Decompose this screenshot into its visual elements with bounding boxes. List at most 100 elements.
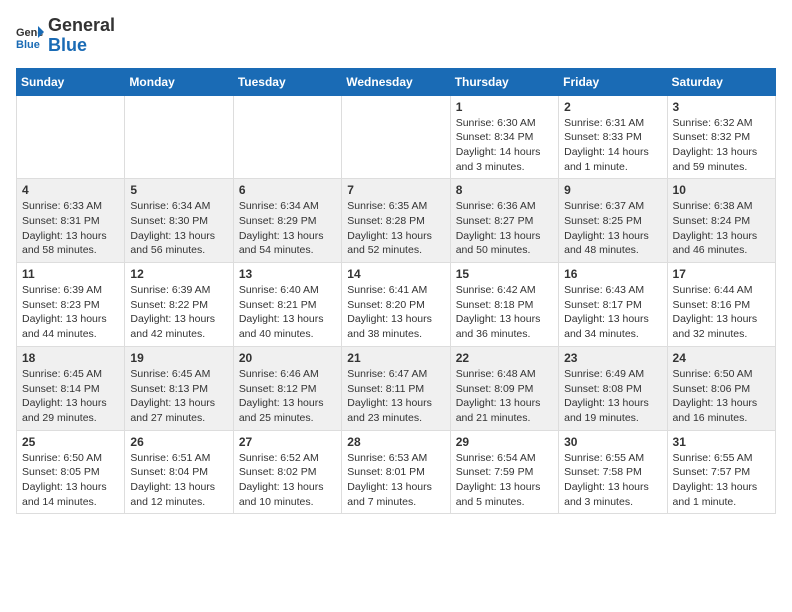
table-row: 9 Sunrise: 6:37 AM Sunset: 8:25 PM Daylig… [559, 179, 667, 263]
table-row: 21 Sunrise: 6:47 AM Sunset: 8:11 PM Dayli… [342, 346, 450, 430]
day-detail: Sunrise: 6:40 AM Sunset: 8:21 PM Dayligh… [239, 283, 336, 342]
day-number: 16 [564, 267, 661, 281]
day-detail: Sunrise: 6:55 AM Sunset: 7:58 PM Dayligh… [564, 451, 661, 510]
table-row: 20 Sunrise: 6:46 AM Sunset: 8:12 PM Dayli… [233, 346, 341, 430]
day-detail: Sunrise: 6:39 AM Sunset: 8:22 PM Dayligh… [130, 283, 227, 342]
day-detail: Sunrise: 6:50 AM Sunset: 8:06 PM Dayligh… [673, 367, 770, 426]
day-number: 7 [347, 183, 444, 197]
day-detail: Sunrise: 6:34 AM Sunset: 8:29 PM Dayligh… [239, 199, 336, 258]
day-detail: Sunrise: 6:46 AM Sunset: 8:12 PM Dayligh… [239, 367, 336, 426]
col-sunday: Sunday [17, 68, 125, 95]
day-number: 27 [239, 435, 336, 449]
day-detail: Sunrise: 6:32 AM Sunset: 8:32 PM Dayligh… [673, 116, 770, 175]
calendar-week-row: 18Sunrise: 6:45 AM Sunset: 8:14 PM Dayli… [17, 346, 776, 430]
logo-general-text: General [48, 15, 115, 35]
day-detail: Sunrise: 6:39 AM Sunset: 8:23 PM Dayligh… [22, 283, 119, 342]
day-detail: Sunrise: 6:35 AM Sunset: 8:28 PM Dayligh… [347, 199, 444, 258]
calendar-week-row: 1 Sunrise: 6:30 AM Sunset: 8:34 PM Daylig… [17, 95, 776, 179]
table-row: 1 Sunrise: 6:30 AM Sunset: 8:34 PM Daylig… [450, 95, 558, 179]
table-row: 5Sunrise: 6:34 AM Sunset: 8:30 PM Daylig… [125, 179, 233, 263]
logo: General Blue General Blue [16, 16, 115, 56]
day-number: 24 [673, 351, 770, 365]
table-row: 3 Sunrise: 6:32 AM Sunset: 8:32 PM Daylig… [667, 95, 775, 179]
table-row: 24 Sunrise: 6:50 AM Sunset: 8:06 PM Dayli… [667, 346, 775, 430]
day-number: 28 [347, 435, 444, 449]
table-row: 14 Sunrise: 6:41 AM Sunset: 8:20 PM Dayli… [342, 263, 450, 347]
day-number: 25 [22, 435, 119, 449]
day-number: 19 [130, 351, 227, 365]
day-number: 15 [456, 267, 553, 281]
day-detail: Sunrise: 6:30 AM Sunset: 8:34 PM Dayligh… [456, 116, 553, 175]
svg-text:Blue: Blue [16, 39, 40, 50]
day-detail: Sunrise: 6:38 AM Sunset: 8:24 PM Dayligh… [673, 199, 770, 258]
table-row: 31 Sunrise: 6:55 AM Sunset: 7:57 PM Dayli… [667, 430, 775, 514]
table-row: 2 Sunrise: 6:31 AM Sunset: 8:33 PM Daylig… [559, 95, 667, 179]
table-row: 13 Sunrise: 6:40 AM Sunset: 8:21 PM Dayli… [233, 263, 341, 347]
day-number: 4 [22, 183, 119, 197]
table-row: 29 Sunrise: 6:54 AM Sunset: 7:59 PM Dayli… [450, 430, 558, 514]
table-row: 15 Sunrise: 6:42 AM Sunset: 8:18 PM Dayli… [450, 263, 558, 347]
day-detail: Sunrise: 6:52 AM Sunset: 8:02 PM Dayligh… [239, 451, 336, 510]
day-number: 21 [347, 351, 444, 365]
table-row: 6Sunrise: 6:34 AM Sunset: 8:29 PM Daylig… [233, 179, 341, 263]
day-detail: Sunrise: 6:48 AM Sunset: 8:09 PM Dayligh… [456, 367, 553, 426]
day-number: 2 [564, 100, 661, 114]
day-detail: Sunrise: 6:47 AM Sunset: 8:11 PM Dayligh… [347, 367, 444, 426]
page-header: General Blue General Blue [16, 16, 776, 56]
table-row: 10Sunrise: 6:38 AM Sunset: 8:24 PM Dayli… [667, 179, 775, 263]
table-row [17, 95, 125, 179]
day-detail: Sunrise: 6:41 AM Sunset: 8:20 PM Dayligh… [347, 283, 444, 342]
day-number: 17 [673, 267, 770, 281]
day-number: 22 [456, 351, 553, 365]
day-detail: Sunrise: 6:36 AM Sunset: 8:27 PM Dayligh… [456, 199, 553, 258]
table-row: 11Sunrise: 6:39 AM Sunset: 8:23 PM Dayli… [17, 263, 125, 347]
day-number: 29 [456, 435, 553, 449]
table-row: 23Sunrise: 6:49 AM Sunset: 8:08 PM Dayli… [559, 346, 667, 430]
calendar-week-row: 25Sunrise: 6:50 AM Sunset: 8:05 PM Dayli… [17, 430, 776, 514]
logo-icon: General Blue [16, 22, 44, 50]
table-row: 12 Sunrise: 6:39 AM Sunset: 8:22 PM Dayli… [125, 263, 233, 347]
day-detail: Sunrise: 6:44 AM Sunset: 8:16 PM Dayligh… [673, 283, 770, 342]
table-row [233, 95, 341, 179]
day-number: 12 [130, 267, 227, 281]
day-detail: Sunrise: 6:45 AM Sunset: 8:14 PM Dayligh… [22, 367, 119, 426]
table-row: 18Sunrise: 6:45 AM Sunset: 8:14 PM Dayli… [17, 346, 125, 430]
day-detail: Sunrise: 6:37 AM Sunset: 8:25 PM Dayligh… [564, 199, 661, 258]
day-number: 1 [456, 100, 553, 114]
table-row: 30 Sunrise: 6:55 AM Sunset: 7:58 PM Dayli… [559, 430, 667, 514]
day-detail: Sunrise: 6:42 AM Sunset: 8:18 PM Dayligh… [456, 283, 553, 342]
day-detail: Sunrise: 6:54 AM Sunset: 7:59 PM Dayligh… [456, 451, 553, 510]
day-detail: Sunrise: 6:31 AM Sunset: 8:33 PM Dayligh… [564, 116, 661, 175]
table-row: 25Sunrise: 6:50 AM Sunset: 8:05 PM Dayli… [17, 430, 125, 514]
day-number: 9 [564, 183, 661, 197]
day-detail: Sunrise: 6:45 AM Sunset: 8:13 PM Dayligh… [130, 367, 227, 426]
col-thursday: Thursday [450, 68, 558, 95]
logo-blue-text: Blue [48, 35, 87, 55]
table-row: 7 Sunrise: 6:35 AM Sunset: 8:28 PM Daylig… [342, 179, 450, 263]
day-number: 14 [347, 267, 444, 281]
table-row: 22 Sunrise: 6:48 AM Sunset: 8:09 PM Dayli… [450, 346, 558, 430]
calendar-week-row: 4Sunrise: 6:33 AM Sunset: 8:31 PM Daylig… [17, 179, 776, 263]
day-number: 23 [564, 351, 661, 365]
day-detail: Sunrise: 6:51 AM Sunset: 8:04 PM Dayligh… [130, 451, 227, 510]
day-number: 8 [456, 183, 553, 197]
col-saturday: Saturday [667, 68, 775, 95]
col-wednesday: Wednesday [342, 68, 450, 95]
day-number: 3 [673, 100, 770, 114]
col-friday: Friday [559, 68, 667, 95]
day-detail: Sunrise: 6:53 AM Sunset: 8:01 PM Dayligh… [347, 451, 444, 510]
day-detail: Sunrise: 6:55 AM Sunset: 7:57 PM Dayligh… [673, 451, 770, 510]
day-number: 30 [564, 435, 661, 449]
table-row: 26 Sunrise: 6:51 AM Sunset: 8:04 PM Dayli… [125, 430, 233, 514]
table-row [342, 95, 450, 179]
table-row: 16Sunrise: 6:43 AM Sunset: 8:17 PM Dayli… [559, 263, 667, 347]
day-number: 20 [239, 351, 336, 365]
table-row: 28 Sunrise: 6:53 AM Sunset: 8:01 PM Dayli… [342, 430, 450, 514]
day-number: 26 [130, 435, 227, 449]
day-number: 31 [673, 435, 770, 449]
table-row: 4Sunrise: 6:33 AM Sunset: 8:31 PM Daylig… [17, 179, 125, 263]
calendar-table: Sunday Monday Tuesday Wednesday Thursday… [16, 68, 776, 515]
day-number: 13 [239, 267, 336, 281]
table-row: 8 Sunrise: 6:36 AM Sunset: 8:27 PM Daylig… [450, 179, 558, 263]
col-tuesday: Tuesday [233, 68, 341, 95]
